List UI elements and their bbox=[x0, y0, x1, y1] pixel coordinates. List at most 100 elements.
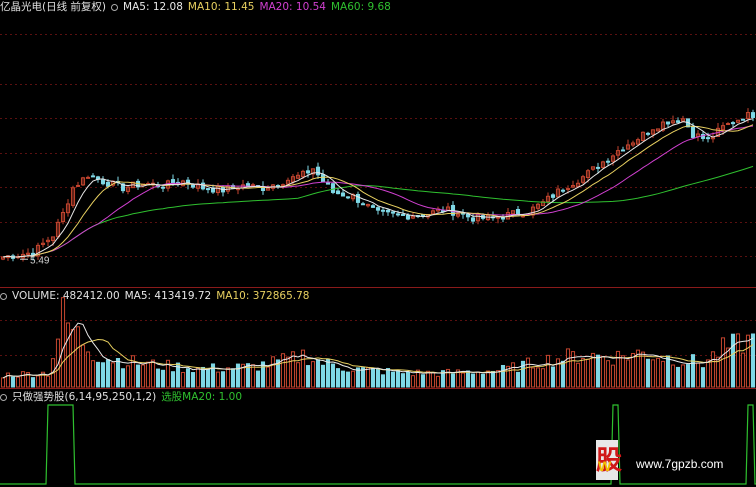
volume-bar bbox=[45, 375, 51, 388]
price-candle bbox=[235, 188, 241, 191]
price-candle bbox=[345, 196, 351, 199]
volume-bar bbox=[620, 355, 626, 388]
volume-bar bbox=[350, 370, 356, 388]
price-candle bbox=[370, 205, 376, 208]
volume-bar bbox=[500, 364, 506, 388]
volume-bar bbox=[680, 364, 686, 388]
volume-bar bbox=[205, 369, 211, 388]
volume-bar bbox=[330, 363, 336, 388]
price-candle bbox=[340, 192, 346, 197]
volume-bar bbox=[170, 371, 176, 388]
volume-bar bbox=[120, 368, 126, 388]
volume-bar bbox=[580, 357, 586, 388]
price-candle bbox=[320, 174, 326, 183]
volume-bar bbox=[105, 359, 111, 388]
volume-bar bbox=[345, 371, 351, 388]
price-candle bbox=[205, 188, 211, 191]
volume-bar bbox=[90, 360, 96, 388]
price-candle bbox=[390, 211, 396, 214]
volume-bar bbox=[385, 368, 391, 388]
volume-bar bbox=[310, 361, 316, 388]
volume-bar bbox=[10, 376, 16, 388]
volume-bar bbox=[320, 364, 326, 388]
volume-bar bbox=[615, 350, 621, 388]
volume-bar bbox=[60, 297, 66, 388]
volume-bar bbox=[390, 371, 396, 388]
volume-bar bbox=[140, 364, 146, 388]
price-candle bbox=[560, 189, 566, 192]
volume-bar bbox=[190, 372, 196, 388]
volume-bar bbox=[430, 372, 436, 388]
volume-bar bbox=[335, 368, 341, 388]
volume-bar bbox=[230, 368, 236, 388]
chart-canvas[interactable]: 5.49 bbox=[0, 0, 756, 487]
watermark-logo-letter: W bbox=[598, 458, 612, 474]
volume-bar bbox=[550, 366, 556, 388]
volume-bar bbox=[510, 362, 516, 388]
volume-bar bbox=[95, 361, 101, 388]
volume-bar bbox=[600, 356, 606, 388]
price-candle bbox=[595, 166, 601, 169]
price-candle bbox=[85, 176, 91, 179]
volume-bar bbox=[370, 367, 376, 388]
signal-line bbox=[0, 404, 756, 485]
volume-bar bbox=[690, 354, 696, 388]
volume-bar bbox=[0, 377, 6, 388]
volume-bar bbox=[115, 358, 121, 388]
volume-bar bbox=[650, 359, 656, 388]
stock-chart-window: { "colors": { "up": "#c4452f", "down": "… bbox=[0, 0, 756, 487]
volume-bar bbox=[625, 359, 631, 388]
volume-bar bbox=[250, 364, 256, 388]
volume-bar bbox=[265, 366, 271, 388]
volume-bar bbox=[490, 370, 496, 388]
price-candle bbox=[385, 209, 391, 213]
volume-bar bbox=[685, 364, 691, 388]
price-candle bbox=[690, 125, 696, 138]
volume-bar bbox=[145, 361, 151, 388]
volume-bar bbox=[215, 371, 221, 388]
price-candle bbox=[380, 209, 386, 212]
price-candle bbox=[305, 170, 311, 174]
price-candle bbox=[190, 184, 196, 188]
ma10-line bbox=[2, 124, 754, 258]
watermark-site: www.7gpzb.com bbox=[636, 457, 724, 471]
volume-bar bbox=[395, 369, 401, 388]
volume-bar bbox=[670, 364, 676, 388]
volume-bar bbox=[75, 326, 81, 388]
price-candle bbox=[730, 122, 736, 125]
volume-bar bbox=[705, 359, 711, 388]
volume-bar bbox=[450, 373, 456, 388]
volume-bar bbox=[360, 367, 366, 388]
volume-bar bbox=[575, 362, 581, 388]
volume-bar bbox=[200, 366, 206, 388]
volume-bar bbox=[20, 371, 26, 388]
volume-bar bbox=[35, 375, 41, 388]
price-candle bbox=[665, 121, 671, 125]
volume-bar bbox=[470, 373, 476, 388]
price-candle bbox=[750, 112, 756, 118]
price-candle bbox=[375, 207, 381, 211]
volume-bar bbox=[585, 358, 591, 388]
price-candle bbox=[405, 214, 411, 220]
price-candle bbox=[315, 166, 321, 176]
volume-bar bbox=[150, 359, 156, 388]
volume-bar bbox=[405, 371, 411, 388]
volume-bar bbox=[410, 375, 416, 388]
volume-bar bbox=[30, 377, 36, 388]
price-candle bbox=[705, 137, 711, 140]
volume-bar bbox=[675, 366, 681, 388]
volume-bar bbox=[605, 360, 611, 388]
price-candle bbox=[250, 184, 256, 187]
volume-bar bbox=[235, 363, 241, 388]
price-candle bbox=[355, 193, 361, 203]
volume-bar bbox=[465, 370, 471, 388]
volume-bar bbox=[315, 359, 321, 388]
volume-bar bbox=[365, 366, 371, 388]
volume-bar bbox=[660, 360, 666, 388]
volume-bar bbox=[15, 376, 21, 388]
volume-bar bbox=[85, 351, 91, 388]
price-candle bbox=[515, 208, 521, 216]
volume-bar bbox=[195, 367, 201, 388]
ma20-line bbox=[2, 125, 754, 258]
volume-bar bbox=[460, 372, 466, 388]
